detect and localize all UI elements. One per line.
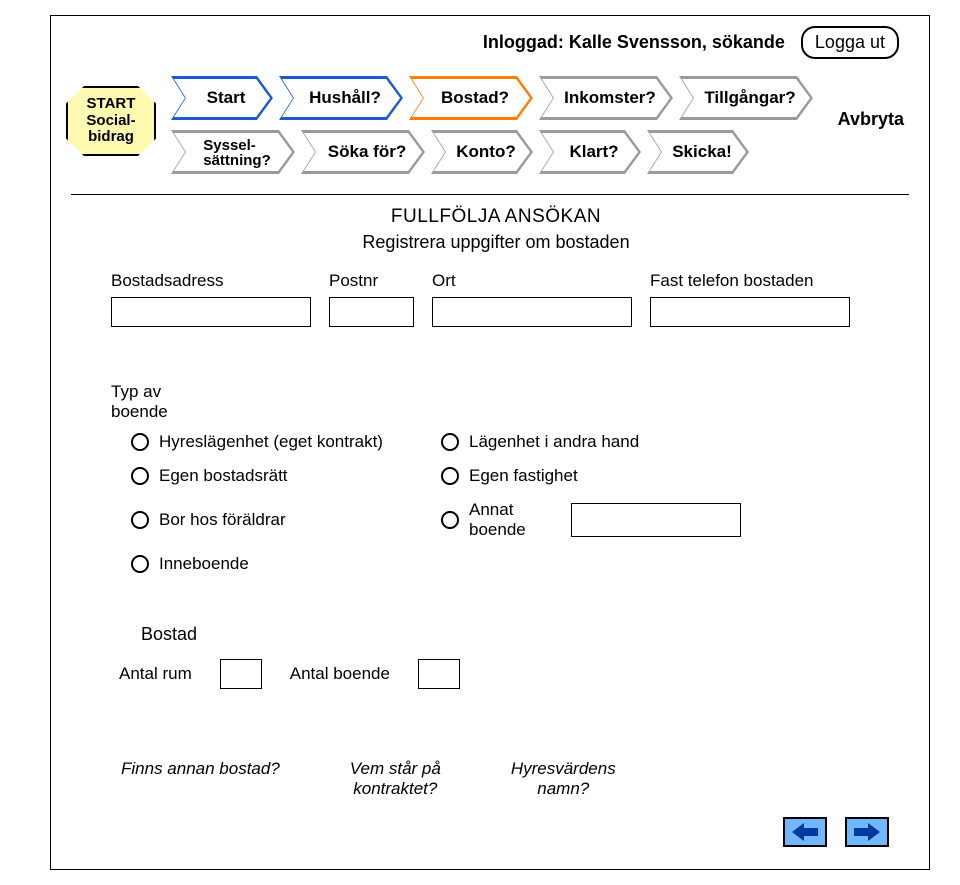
- postcode-input[interactable]: [329, 297, 414, 327]
- arrow-right-icon: [854, 823, 880, 841]
- option-label: Egen fastighet: [469, 466, 578, 486]
- logout-button[interactable]: Logga ut: [801, 26, 899, 59]
- next-button[interactable]: [845, 817, 889, 847]
- radio-bostadsratt[interactable]: [131, 467, 149, 485]
- field-city: Ort: [432, 271, 632, 327]
- form-title: FULLFÖLJA ANSÖKAN: [111, 206, 881, 228]
- housing-type-options: Hyreslägenhet (eget kontrakt) Lägenhet i…: [131, 432, 881, 574]
- login-user: Kalle Svensson, sökande: [569, 32, 785, 52]
- phone-input[interactable]: [650, 297, 850, 327]
- option-andra-hand: Lägenhet i andra hand: [441, 432, 741, 452]
- q-landlord-name: Hyresvärdens namn?: [511, 759, 616, 799]
- radio-inneboende[interactable]: [131, 555, 149, 573]
- option-label: Inneboende: [159, 554, 249, 574]
- step-skicka[interactable]: Skicka!: [647, 130, 749, 174]
- address-input[interactable]: [111, 297, 311, 327]
- option-annat: Annat boende: [441, 500, 741, 540]
- step-soka-for[interactable]: Söka för?: [301, 130, 425, 174]
- option-label: Bor hos föräldrar: [159, 510, 286, 530]
- option-label: Annat boende: [469, 500, 555, 540]
- address-label: Bostadsadress: [111, 271, 311, 291]
- step-rows: Start Hushåll? Bostad? Inkomster? Tillgå…: [171, 76, 813, 184]
- dwelling-counts: Antal rum Antal boende: [119, 659, 881, 689]
- dwelling-header: Bostad: [141, 624, 881, 645]
- radio-annat[interactable]: [441, 511, 459, 529]
- pager-arrows: [783, 817, 889, 847]
- start-badge-label: START Social- bidrag: [86, 96, 135, 146]
- field-phone: Fast telefon bostaden: [650, 271, 850, 327]
- prev-button[interactable]: [783, 817, 827, 847]
- option-hyreslagenhet: Hyreslägenhet (eget kontrakt): [131, 432, 431, 452]
- phone-label: Fast telefon bostaden: [650, 271, 850, 291]
- cancel-button[interactable]: Avbryta: [832, 108, 910, 131]
- residents-input[interactable]: [418, 659, 460, 689]
- step-tillgangar[interactable]: Tillgångar?: [679, 76, 813, 120]
- radio-foraldrar[interactable]: [131, 511, 149, 529]
- questions-row: Finns annan bostad? Vem står på kontrakt…: [121, 759, 881, 799]
- city-label: Ort: [432, 271, 632, 291]
- top-bar: Inloggad: Kalle Svensson, sökande Logga …: [483, 26, 899, 59]
- start-badge[interactable]: START Social- bidrag: [66, 86, 156, 156]
- q-contract-holder: Vem står på kontraktet?: [350, 759, 441, 799]
- option-label: Egen bostadsrätt: [159, 466, 288, 486]
- step-klart[interactable]: Klart?: [539, 130, 641, 174]
- rooms-label: Antal rum: [119, 664, 192, 684]
- radio-hyreslagenhet[interactable]: [131, 433, 149, 451]
- login-prefix: Inloggad:: [483, 32, 569, 52]
- arrow-left-icon: [792, 823, 818, 841]
- login-status: Inloggad: Kalle Svensson, sökande: [483, 32, 785, 53]
- annat-input[interactable]: [571, 503, 741, 537]
- step-hushall[interactable]: Hushåll?: [279, 76, 403, 120]
- option-inneboende: Inneboende: [131, 554, 431, 574]
- residents-label: Antal boende: [290, 664, 390, 684]
- q-other-dwelling: Finns annan bostad?: [121, 759, 280, 799]
- rooms-input[interactable]: [220, 659, 262, 689]
- step-start[interactable]: Start: [171, 76, 273, 120]
- option-label: Hyreslägenhet (eget kontrakt): [159, 432, 383, 452]
- postcode-label: Postnr: [329, 271, 414, 291]
- option-bostadsratt: Egen bostadsrätt: [131, 466, 431, 486]
- step-konto[interactable]: Konto?: [431, 130, 533, 174]
- radio-andra-hand[interactable]: [441, 433, 459, 451]
- radio-fastighet[interactable]: [441, 467, 459, 485]
- step-row-2: Syssel- sättning? Söka för? Konto? Klart…: [171, 130, 813, 174]
- app-frame: Inloggad: Kalle Svensson, sökande Logga …: [50, 15, 930, 870]
- field-address: Bostadsadress: [111, 271, 311, 327]
- option-fastighet: Egen fastighet: [441, 466, 741, 486]
- step-row-1: Start Hushåll? Bostad? Inkomster? Tillgå…: [171, 76, 813, 120]
- divider: [71, 194, 909, 195]
- option-foraldrar: Bor hos föräldrar: [131, 510, 431, 530]
- step-bostad[interactable]: Bostad?: [409, 76, 533, 120]
- city-input[interactable]: [432, 297, 632, 327]
- field-postcode: Postnr: [329, 271, 414, 327]
- housing-type-label: Typ av boende: [111, 382, 881, 422]
- address-row: Bostadsadress Postnr Ort Fast telefon bo…: [111, 271, 881, 327]
- form-subtitle: Registrera uppgifter om bostaden: [111, 232, 881, 253]
- main-form: FULLFÖLJA ANSÖKAN Registrera uppgifter o…: [111, 206, 881, 799]
- step-inkomster[interactable]: Inkomster?: [539, 76, 673, 120]
- option-label: Lägenhet i andra hand: [469, 432, 639, 452]
- step-sysselsattning[interactable]: Syssel- sättning?: [171, 130, 295, 174]
